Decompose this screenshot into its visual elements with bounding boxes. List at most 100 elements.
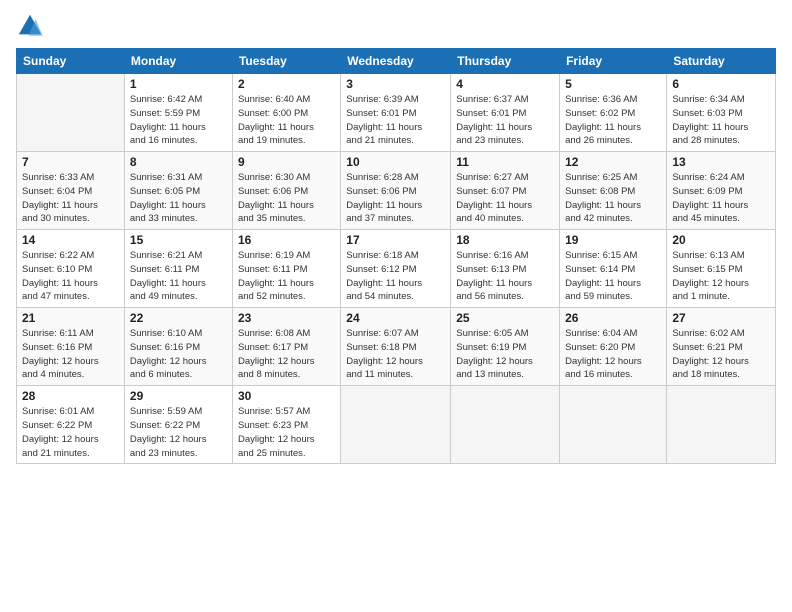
calendar-cell [341, 386, 451, 464]
col-header-friday: Friday [560, 49, 667, 74]
calendar-cell: 16 Sunrise: 6:19 AMSunset: 6:11 PMDayligh… [232, 230, 340, 308]
day-number: 6 [672, 77, 770, 91]
day-info: Sunrise: 6:19 AMSunset: 6:11 PMDaylight:… [238, 249, 335, 304]
day-number: 13 [672, 155, 770, 169]
calendar-cell: 4 Sunrise: 6:37 AMSunset: 6:01 PMDaylight… [451, 74, 560, 152]
day-info: Sunrise: 6:21 AMSunset: 6:11 PMDaylight:… [130, 249, 227, 304]
day-info: Sunrise: 6:31 AMSunset: 6:05 PMDaylight:… [130, 171, 227, 226]
col-header-tuesday: Tuesday [232, 49, 340, 74]
day-number: 19 [565, 233, 661, 247]
day-info: Sunrise: 5:59 AMSunset: 6:22 PMDaylight:… [130, 405, 227, 460]
calendar-cell: 18 Sunrise: 6:16 AMSunset: 6:13 PMDayligh… [451, 230, 560, 308]
calendar-cell: 24 Sunrise: 6:07 AMSunset: 6:18 PMDayligh… [341, 308, 451, 386]
calendar-cell: 14 Sunrise: 6:22 AMSunset: 6:10 PMDayligh… [17, 230, 125, 308]
calendar-cell: 22 Sunrise: 6:10 AMSunset: 6:16 PMDayligh… [124, 308, 232, 386]
day-info: Sunrise: 6:37 AMSunset: 6:01 PMDaylight:… [456, 93, 554, 148]
calendar-cell: 28 Sunrise: 6:01 AMSunset: 6:22 PMDayligh… [17, 386, 125, 464]
day-info: Sunrise: 6:27 AMSunset: 6:07 PMDaylight:… [456, 171, 554, 226]
day-info: Sunrise: 6:22 AMSunset: 6:10 PMDaylight:… [22, 249, 119, 304]
day-number: 4 [456, 77, 554, 91]
day-info: Sunrise: 6:36 AMSunset: 6:02 PMDaylight:… [565, 93, 661, 148]
day-info: Sunrise: 6:25 AMSunset: 6:08 PMDaylight:… [565, 171, 661, 226]
day-info: Sunrise: 6:33 AMSunset: 6:04 PMDaylight:… [22, 171, 119, 226]
day-info: Sunrise: 6:11 AMSunset: 6:16 PMDaylight:… [22, 327, 119, 382]
calendar-cell: 9 Sunrise: 6:30 AMSunset: 6:06 PMDaylight… [232, 152, 340, 230]
calendar-cell: 12 Sunrise: 6:25 AMSunset: 6:08 PMDayligh… [560, 152, 667, 230]
day-number: 1 [130, 77, 227, 91]
day-info: Sunrise: 6:15 AMSunset: 6:14 PMDaylight:… [565, 249, 661, 304]
calendar-cell: 15 Sunrise: 6:21 AMSunset: 6:11 PMDayligh… [124, 230, 232, 308]
calendar-cell: 29Sunrise: 5:59 AMSunset: 6:22 PMDayligh… [124, 386, 232, 464]
day-info: Sunrise: 6:24 AMSunset: 6:09 PMDaylight:… [672, 171, 770, 226]
calendar-cell: 17 Sunrise: 6:18 AMSunset: 6:12 PMDayligh… [341, 230, 451, 308]
calendar-week-4: 21 Sunrise: 6:11 AMSunset: 6:16 PMDayligh… [17, 308, 776, 386]
day-number: 10 [346, 155, 445, 169]
calendar-cell [451, 386, 560, 464]
day-info: Sunrise: 5:57 AMSunset: 6:23 PMDaylight:… [238, 405, 335, 460]
calendar-cell: 10 Sunrise: 6:28 AMSunset: 6:06 PMDayligh… [341, 152, 451, 230]
calendar-cell: 5 Sunrise: 6:36 AMSunset: 6:02 PMDaylight… [560, 74, 667, 152]
day-info: Sunrise: 6:10 AMSunset: 6:16 PMDaylight:… [130, 327, 227, 382]
day-number: 23 [238, 311, 335, 325]
day-number: 9 [238, 155, 335, 169]
header [16, 12, 776, 40]
day-number: 21 [22, 311, 119, 325]
day-info: Sunrise: 6:28 AMSunset: 6:06 PMDaylight:… [346, 171, 445, 226]
calendar-cell [560, 386, 667, 464]
calendar-cell: 8 Sunrise: 6:31 AMSunset: 6:05 PMDaylight… [124, 152, 232, 230]
day-number: 18 [456, 233, 554, 247]
day-number: 26 [565, 311, 661, 325]
day-number: 5 [565, 77, 661, 91]
col-header-thursday: Thursday [451, 49, 560, 74]
calendar-cell [17, 74, 125, 152]
day-number: 7 [22, 155, 119, 169]
day-number: 22 [130, 311, 227, 325]
col-header-saturday: Saturday [667, 49, 776, 74]
day-number: 2 [238, 77, 335, 91]
calendar-cell: 25 Sunrise: 6:05 AMSunset: 6:19 PMDayligh… [451, 308, 560, 386]
logo-icon [16, 12, 44, 40]
day-info: Sunrise: 6:01 AMSunset: 6:22 PMDaylight:… [22, 405, 119, 460]
calendar-header-row: SundayMondayTuesdayWednesdayThursdayFrid… [17, 49, 776, 74]
calendar-cell: 23 Sunrise: 6:08 AMSunset: 6:17 PMDayligh… [232, 308, 340, 386]
day-info: Sunrise: 6:08 AMSunset: 6:17 PMDaylight:… [238, 327, 335, 382]
calendar-cell: 6 Sunrise: 6:34 AMSunset: 6:03 PMDaylight… [667, 74, 776, 152]
day-number: 25 [456, 311, 554, 325]
day-info: Sunrise: 6:30 AMSunset: 6:06 PMDaylight:… [238, 171, 335, 226]
calendar-cell: 21 Sunrise: 6:11 AMSunset: 6:16 PMDayligh… [17, 308, 125, 386]
calendar-cell: 2Sunrise: 6:40 AMSunset: 6:00 PMDaylight… [232, 74, 340, 152]
day-number: 14 [22, 233, 119, 247]
calendar-week-3: 14 Sunrise: 6:22 AMSunset: 6:10 PMDayligh… [17, 230, 776, 308]
day-info: Sunrise: 6:42 AMSunset: 5:59 PMDaylight:… [130, 93, 227, 148]
day-info: Sunrise: 6:18 AMSunset: 6:12 PMDaylight:… [346, 249, 445, 304]
day-info: Sunrise: 6:39 AMSunset: 6:01 PMDaylight:… [346, 93, 445, 148]
day-number: 24 [346, 311, 445, 325]
day-info: Sunrise: 6:16 AMSunset: 6:13 PMDaylight:… [456, 249, 554, 304]
calendar: SundayMondayTuesdayWednesdayThursdayFrid… [16, 48, 776, 464]
day-number: 3 [346, 77, 445, 91]
day-info: Sunrise: 6:05 AMSunset: 6:19 PMDaylight:… [456, 327, 554, 382]
calendar-week-5: 28 Sunrise: 6:01 AMSunset: 6:22 PMDayligh… [17, 386, 776, 464]
calendar-cell: 30 Sunrise: 5:57 AMSunset: 6:23 PMDayligh… [232, 386, 340, 464]
day-info: Sunrise: 6:07 AMSunset: 6:18 PMDaylight:… [346, 327, 445, 382]
day-number: 30 [238, 389, 335, 403]
day-info: Sunrise: 6:02 AMSunset: 6:21 PMDaylight:… [672, 327, 770, 382]
day-number: 28 [22, 389, 119, 403]
day-number: 20 [672, 233, 770, 247]
col-header-wednesday: Wednesday [341, 49, 451, 74]
page: SundayMondayTuesdayWednesdayThursdayFrid… [0, 0, 792, 612]
day-info: Sunrise: 6:34 AMSunset: 6:03 PMDaylight:… [672, 93, 770, 148]
col-header-monday: Monday [124, 49, 232, 74]
calendar-cell: 13 Sunrise: 6:24 AMSunset: 6:09 PMDayligh… [667, 152, 776, 230]
day-number: 8 [130, 155, 227, 169]
day-number: 12 [565, 155, 661, 169]
logo [16, 12, 48, 40]
calendar-cell: 19 Sunrise: 6:15 AMSunset: 6:14 PMDayligh… [560, 230, 667, 308]
calendar-cell [667, 386, 776, 464]
calendar-cell: 11Sunrise: 6:27 AMSunset: 6:07 PMDayligh… [451, 152, 560, 230]
calendar-cell: 26Sunrise: 6:04 AMSunset: 6:20 PMDayligh… [560, 308, 667, 386]
day-number: 16 [238, 233, 335, 247]
calendar-cell: 3 Sunrise: 6:39 AMSunset: 6:01 PMDaylight… [341, 74, 451, 152]
day-number: 17 [346, 233, 445, 247]
day-number: 15 [130, 233, 227, 247]
